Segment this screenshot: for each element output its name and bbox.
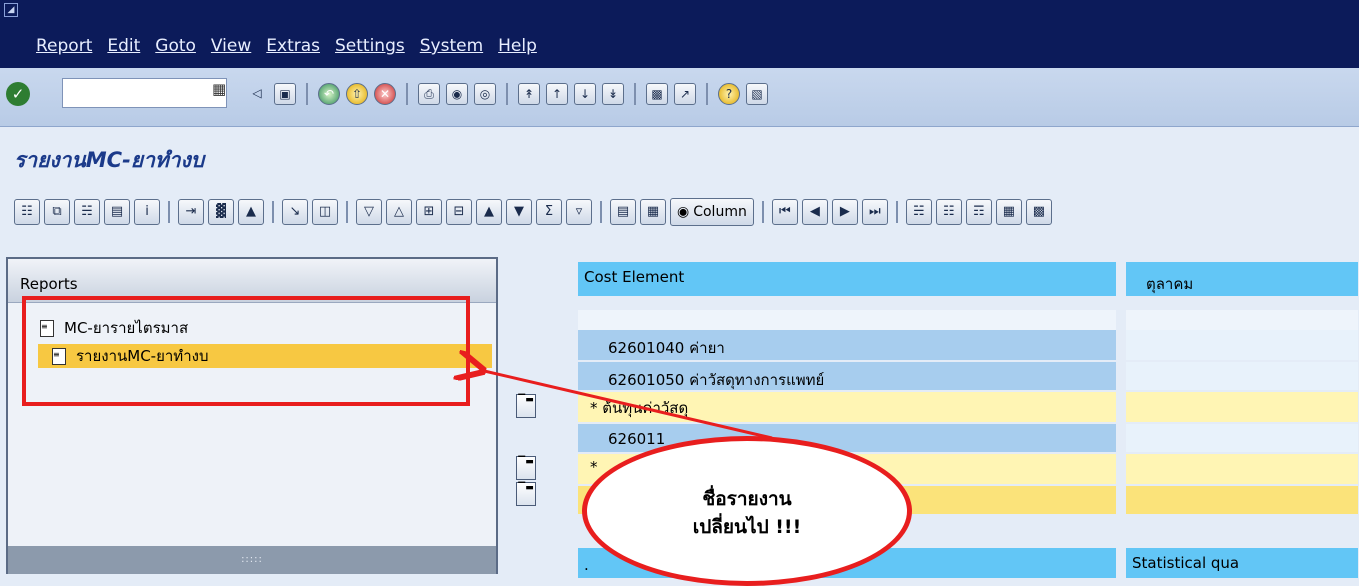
annotation-callout: ชื่อรายงาน เปลี่ยนไป !!! [582, 436, 912, 586]
callout-line-1: ชื่อรายงาน [702, 488, 792, 510]
callout-line-2: เปลี่ยนไป !!! [692, 516, 802, 538]
